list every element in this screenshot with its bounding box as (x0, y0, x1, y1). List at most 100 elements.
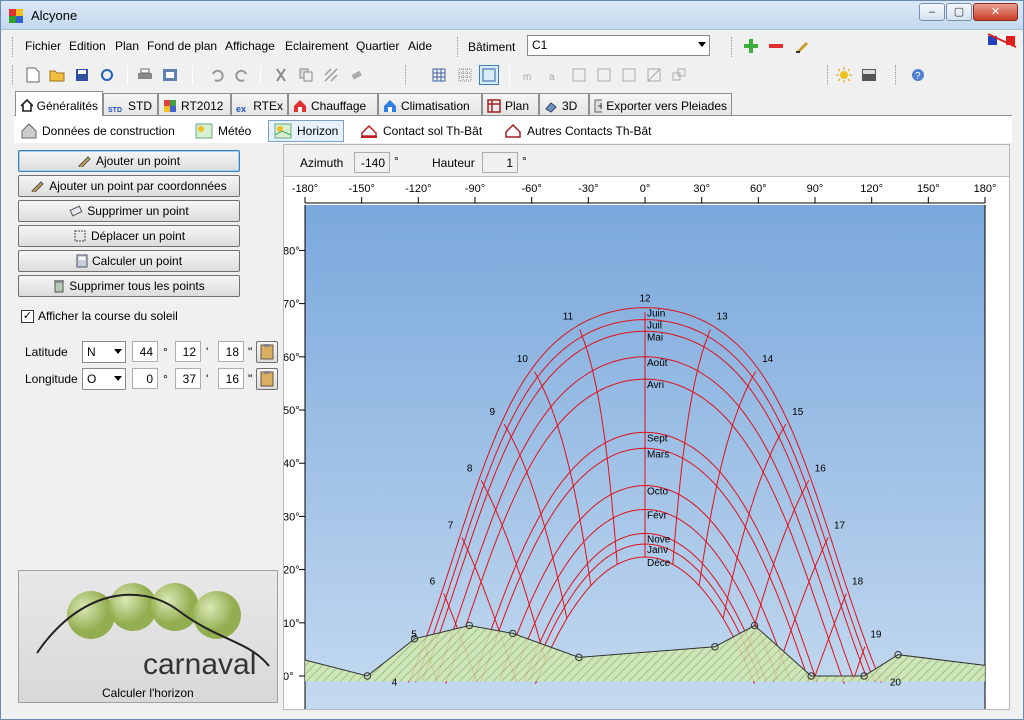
latitude-minutes-input[interactable]: 12 (175, 341, 201, 362)
longitude-seconds-input[interactable]: 16 (218, 368, 244, 389)
tab-rt2012[interactable]: RT2012 (158, 93, 231, 115)
subtab-separator (494, 120, 495, 140)
calculate-horizon-button[interactable]: carnaval Calculer l'horizon (18, 570, 278, 703)
add-building-icon[interactable] (743, 38, 759, 54)
month-label: Octo (647, 487, 669, 498)
copy-shape-icon[interactable] (669, 65, 689, 85)
hatch-icon[interactable] (321, 65, 341, 85)
hour-label: 17 (834, 521, 846, 532)
title-bar: Alcyone – ▢ ✕ (1, 1, 1023, 30)
subtab-donnees-construction[interactable]: Données de construction (16, 120, 180, 142)
month-label: Mars (647, 449, 669, 460)
menu-fond-de-plan[interactable]: Fond de plan (147, 39, 217, 53)
copy-icon[interactable] (296, 65, 316, 85)
tab-climatisation[interactable]: Climatisation (378, 93, 482, 115)
tab-plan[interactable]: Plan (482, 93, 539, 115)
area-icon[interactable] (569, 65, 589, 85)
menu-aide[interactable]: Aide (408, 39, 432, 53)
new-file-icon[interactable] (23, 65, 43, 85)
horizon-chart[interactable]: -180° -150° -120° -90° -60° -30° 0° 30° 60° 90° 12… (284, 177, 1009, 709)
refresh-icon[interactable] (97, 65, 117, 85)
menu-eclairement[interactable]: Eclairement (285, 39, 348, 53)
toolbar-grip[interactable] (731, 37, 734, 57)
print-preview-icon[interactable] (160, 65, 180, 85)
toolbar-grip[interactable] (457, 37, 460, 57)
snap-frame-icon[interactable] (479, 65, 499, 85)
month-label: Févr (647, 510, 668, 521)
maximize-button[interactable]: ▢ (946, 3, 972, 21)
remove-building-icon[interactable] (768, 38, 784, 54)
menu-edition[interactable]: Edition (69, 39, 106, 53)
toolbar-grip[interactable] (12, 65, 15, 85)
hatch-area-icon[interactable] (644, 65, 664, 85)
subtab-horizon[interactable]: Horizon (268, 120, 345, 142)
hour-label: 4 (392, 678, 398, 689)
longitude-hemisphere-select[interactable]: O (82, 368, 126, 390)
move-icon (74, 230, 86, 242)
toolbar-grip[interactable] (895, 65, 898, 85)
sun-icon[interactable] (834, 65, 854, 85)
eraser-icon[interactable] (346, 65, 366, 85)
rename-building-icon[interactable] (794, 38, 810, 54)
delete-point-button[interactable]: Supprimer un point (18, 200, 240, 222)
menu-plan[interactable]: Plan (115, 39, 139, 53)
tab-chauffage[interactable]: Chauffage (288, 93, 378, 115)
help-icon[interactable]: ? (907, 65, 927, 85)
button-label: Calculer un point (91, 254, 183, 268)
tab-generalites[interactable]: Généralités (15, 91, 103, 116)
tab-label: RTEx (253, 99, 283, 113)
open-folder-icon[interactable] (47, 65, 67, 85)
menu-affichage[interactable]: Affichage (225, 39, 275, 53)
close-button[interactable]: ✕ (973, 3, 1018, 21)
calculator-icon (76, 254, 88, 268)
longitude-minutes-input[interactable]: 37 (175, 368, 201, 389)
other-contacts-icon (505, 123, 521, 138)
delete-all-points-button[interactable]: Supprimer tous les points (18, 275, 240, 297)
subtab-contact-sol[interactable]: Contact sol Th-Bât (355, 120, 487, 142)
latitude-seconds-input[interactable]: 18 (218, 341, 244, 362)
dot-grid-icon[interactable] (455, 65, 475, 85)
display-icon[interactable] (859, 65, 879, 85)
tab-export-pleiades[interactable]: Exporter vers Pleiades (589, 93, 732, 115)
tab-3d[interactable]: 3D (539, 93, 589, 115)
subtab-autres-contacts[interactable]: Autres Contacts Th-Bât (499, 120, 657, 142)
horizon-icon (274, 123, 292, 139)
x-tick-label: -120° (405, 183, 431, 195)
redo-icon[interactable] (232, 65, 252, 85)
month-label: Déce (647, 558, 671, 569)
calculate-point-button[interactable]: Calculer un point (18, 250, 240, 272)
longitude-degrees-input[interactable]: 0 (132, 368, 158, 389)
move-point-button[interactable]: Déplacer un point (18, 225, 240, 247)
add-point-button[interactable]: Ajouter un point (18, 150, 240, 172)
toolbar-grip[interactable] (827, 65, 830, 85)
latitude-hemisphere-select[interactable]: N (82, 341, 126, 363)
trash-icon (54, 280, 65, 293)
azimuth-label: Azimuth (300, 156, 344, 170)
print-icon[interactable] (135, 65, 155, 85)
save-icon[interactable] (72, 65, 92, 85)
sun-path-checkbox[interactable]: ✓ (21, 310, 34, 323)
menu-quartier[interactable]: Quartier (356, 39, 399, 53)
y-tick-label: 60° (284, 352, 300, 364)
latitude-degrees-input[interactable]: 44 (132, 341, 158, 362)
minimize-button[interactable]: – (919, 3, 945, 21)
volume-icon[interactable] (619, 65, 639, 85)
toolbar-grip[interactable] (405, 65, 408, 85)
subtab-separator (263, 120, 264, 140)
menu-fichier[interactable]: Fichier (25, 39, 61, 53)
subtab-meteo[interactable]: Météo (190, 120, 256, 142)
dimension-a-icon[interactable]: a (544, 65, 564, 85)
add-point-coords-button[interactable]: Ajouter un point par coordonnées (18, 175, 240, 197)
cut-icon[interactable] (271, 65, 291, 85)
month-label: Juil (647, 321, 662, 332)
undo-icon[interactable] (207, 65, 227, 85)
paste-longitude-button[interactable] (256, 368, 278, 390)
grid-icon[interactable] (429, 65, 449, 85)
paste-latitude-button[interactable] (256, 341, 278, 363)
area-m2-icon[interactable] (594, 65, 614, 85)
x-tick-label: -60° (522, 183, 542, 195)
tab-rtex[interactable]: ex RTEx (231, 93, 288, 115)
tab-std[interactable]: STD STD (103, 93, 158, 115)
dimension-m-icon[interactable]: m (519, 65, 539, 85)
building-select[interactable]: C1 (527, 35, 710, 56)
